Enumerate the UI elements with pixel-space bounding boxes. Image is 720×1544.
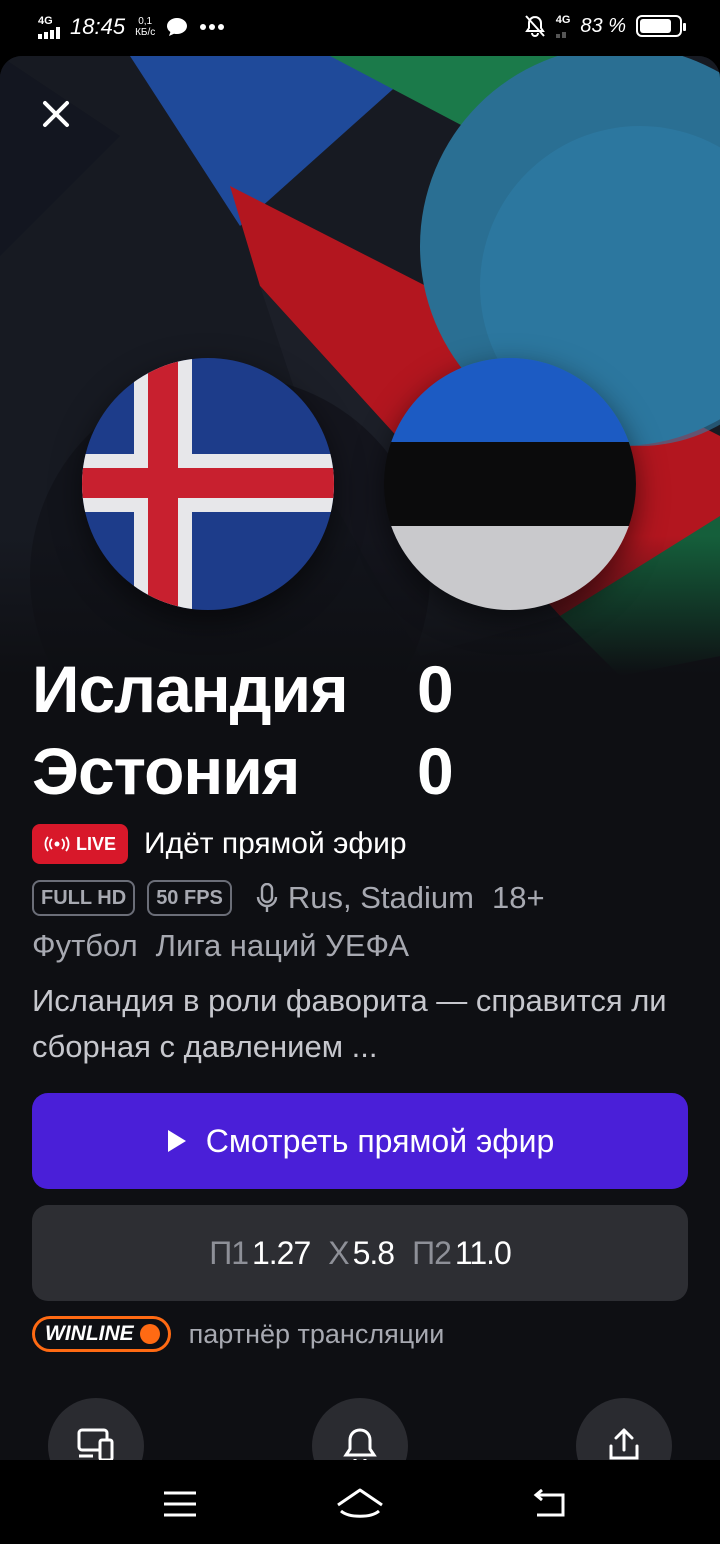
match-description: Исландия в роли фаворита — справится ли … [32,983,667,1064]
audio-label: Rus, Stadium [287,880,474,915]
winline-logo-dot [139,1324,160,1344]
battery-icon [636,15,686,37]
home-button[interactable] [330,1484,390,1524]
chat-bubble-icon [167,18,188,36]
back-icon [533,1489,565,1517]
share-icon [609,1428,639,1460]
status-bar: 4G 18:45 0,1 КБ/с 4G 83 % [0,0,720,56]
scoreboard: Исландия 0 Эстония 0 [32,648,692,812]
system-nav-bar [0,1460,720,1544]
hero-background [0,56,720,676]
winline-logo[interactable]: WINLINE [32,1316,171,1352]
odds-x-value: 5.8 [352,1234,395,1271]
close-icon[interactable] [36,94,76,134]
partner-text: партнёр трансляции [188,1318,445,1349]
hero-banner [0,56,720,676]
iceland-flag [82,358,334,610]
cast-button[interactable] [48,1398,144,1460]
broadcast-icon [44,836,70,852]
live-status: LIVE Идёт прямой эфир [32,824,407,864]
match-sheet: Исландия 0 Эстония 0 LIVE Идёт прямой эф… [0,56,720,1460]
category-league: Лига наций УЕФА [155,928,410,963]
stream-tags: FULL HD 50 FPS Rus, Stadium 18+ [32,880,545,916]
mute-bell-icon [524,15,545,37]
home-icon [337,1488,383,1518]
odds-p1-label: П1 [209,1234,249,1271]
battery-percent: 83 % [580,14,626,37]
network-type: 4G [38,14,53,27]
team2-row: Эстония 0 [32,730,692,812]
menu-button[interactable] [150,1484,210,1524]
team1-score: 0 [417,652,454,726]
notify-button[interactable] [312,1398,408,1460]
odds-p2-label: П2 [412,1234,452,1271]
categories: Футбол Лига наций УЕФА [32,928,409,964]
signal-icon-right: 4G [555,13,571,38]
broadcast-partner: WINLINE партнёр трансляции [32,1316,444,1352]
network-type-right: 4G [555,13,571,26]
speed-unit: КБ/с [135,27,156,38]
watch-live-label: Смотреть прямой эфир [205,1122,555,1159]
live-badge: LIVE [32,824,129,864]
clock: 18:45 [70,14,126,39]
team1-name: Исландия [32,652,349,726]
network-speed: 0,1 КБ/с [135,16,155,38]
cast-icon [77,1428,114,1460]
signal-icon: 4G [38,14,60,39]
microphone-icon [256,883,278,912]
back-button[interactable] [518,1484,578,1524]
winline-logo-text: WINLINE [45,1322,134,1345]
share-button[interactable] [576,1398,672,1460]
odds-x-label: X [328,1234,349,1271]
team1-row: Исландия 0 [32,648,692,730]
audio-info: Rus, Stadium [256,880,474,916]
odds-p2-value: 11.0 [454,1234,512,1271]
live-status-text: Идёт прямой эфир [144,827,407,860]
team2-name: Эстония [32,734,300,808]
estonia-flag [384,358,636,610]
play-icon [167,1130,186,1152]
speed-value: 0,1 [138,16,153,27]
age-rating: 18+ [491,880,545,915]
bell-icon [343,1428,377,1460]
menu-icon [164,1491,196,1517]
team2-score: 0 [417,734,454,808]
category-sport: Футбол [32,928,138,963]
odds-button[interactable]: П1 1.27 X 5.8 П2 11.0 [32,1205,688,1301]
odds-p1-value: 1.27 [251,1234,311,1271]
fps-tag: 50 FPS [147,880,232,916]
quality-tag: FULL HD [32,880,136,916]
more-dots-icon [200,24,225,30]
live-badge-label: LIVE [76,833,117,854]
watch-live-button[interactable]: Смотреть прямой эфир [32,1093,688,1189]
